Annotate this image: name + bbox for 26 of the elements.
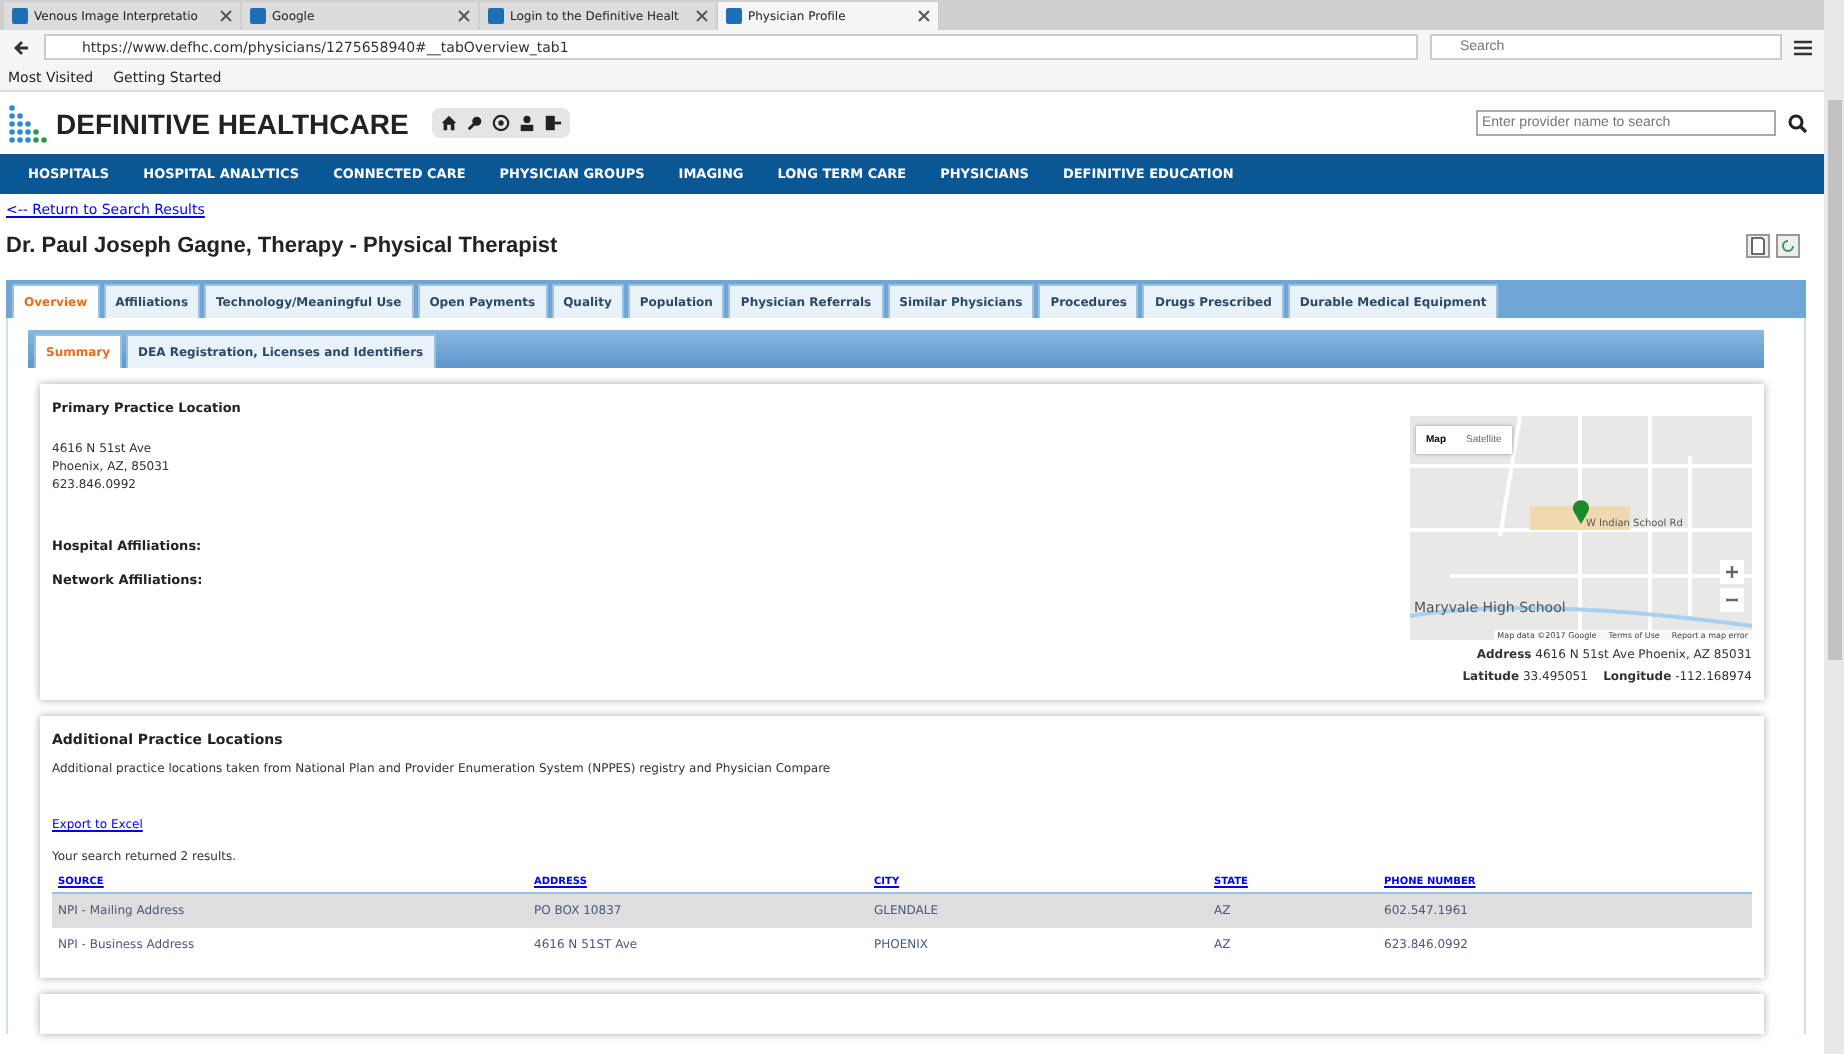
home-icon[interactable]: [438, 112, 461, 134]
logo-icon: [8, 103, 48, 143]
minus-icon: [1726, 598, 1738, 602]
refresh-icon[interactable]: [1776, 234, 1800, 258]
close-icon[interactable]: [918, 10, 930, 22]
back-icon[interactable]: [12, 37, 32, 57]
close-icon[interactable]: [696, 10, 708, 22]
zoom-out-button[interactable]: [1720, 588, 1744, 612]
user-icon[interactable]: [516, 112, 539, 134]
page-title: Dr. Paul Joseph Gagne, Therapy - Physical Therapist: [6, 234, 558, 258]
logo-text: DEFINITIVE HEALTHCARE: [56, 107, 409, 139]
pdf-icon[interactable]: [1746, 234, 1770, 258]
logout-icon[interactable]: [542, 112, 565, 134]
favicon-icon: [250, 8, 266, 24]
key-icon[interactable]: [464, 112, 487, 134]
plus-icon: [1726, 566, 1738, 578]
scrollbar-thumb[interactable]: [1827, 100, 1841, 660]
favicon-icon: [12, 8, 28, 24]
map-pin-icon: [1572, 500, 1590, 524]
favicon-icon: [488, 8, 504, 24]
zoom-in-button[interactable]: [1720, 560, 1744, 584]
favicon-icon: [726, 8, 742, 24]
search-icon[interactable]: [1788, 113, 1808, 133]
close-icon[interactable]: [220, 10, 232, 22]
menu-icon[interactable]: [1794, 39, 1812, 55]
close-icon[interactable]: [458, 10, 470, 22]
